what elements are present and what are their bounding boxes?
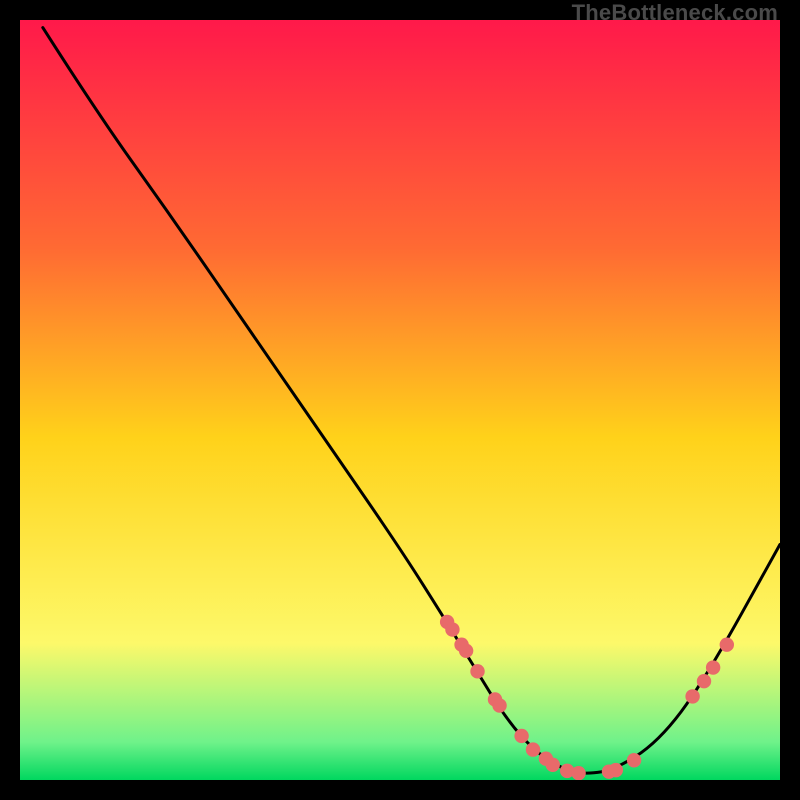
data-marker bbox=[609, 763, 623, 777]
data-marker bbox=[720, 638, 734, 652]
plot-area bbox=[20, 20, 780, 780]
gradient-background bbox=[20, 20, 780, 780]
data-marker bbox=[526, 742, 540, 756]
data-marker bbox=[706, 660, 720, 674]
data-marker bbox=[546, 758, 560, 772]
data-marker bbox=[470, 664, 484, 678]
data-marker bbox=[492, 698, 506, 712]
data-marker bbox=[627, 753, 641, 767]
chart-container: TheBottleneck.com bbox=[0, 0, 800, 800]
data-marker bbox=[445, 622, 459, 636]
data-marker bbox=[459, 644, 473, 658]
chart-svg bbox=[20, 20, 780, 780]
data-marker bbox=[697, 674, 711, 688]
data-marker bbox=[514, 729, 528, 743]
data-marker bbox=[685, 689, 699, 703]
data-marker bbox=[571, 766, 585, 780]
